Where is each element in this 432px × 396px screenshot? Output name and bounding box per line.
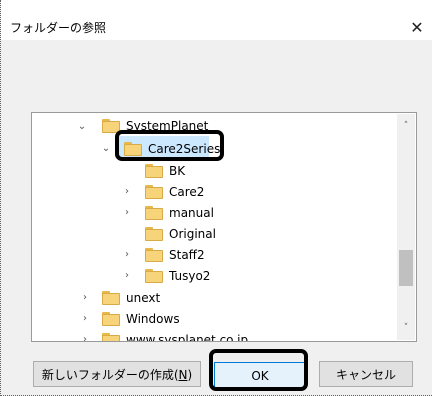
tree-item-sysplanet-site[interactable]: › www.sysplanet.co.jp [32, 332, 398, 342]
chevron-down-icon[interactable]: ⌄ [100, 141, 112, 157]
tree-item-label: BK [169, 164, 186, 178]
dialog-title: フォルダーの参照 [10, 21, 107, 35]
folder-icon [145, 248, 163, 262]
tree-item-label: Care2 [169, 185, 205, 199]
close-button[interactable]: ✕ [405, 16, 429, 40]
tree-item-label: Original [169, 227, 216, 241]
tree-item-label: unext [126, 291, 161, 305]
tree-item-windows[interactable]: › Windows [32, 311, 398, 332]
title-bar: フォルダーの参照 ✕ [1, 0, 432, 40]
tree-item-label: www.sysplanet.co.jp [126, 333, 249, 342]
chevron-right-icon[interactable]: › [79, 290, 91, 306]
scroll-up-icon[interactable]: ˄ [397, 118, 415, 134]
folder-icon [145, 227, 163, 241]
tree-item-manual[interactable]: › manual [32, 205, 398, 226]
callout-box-selected-folder [115, 130, 224, 161]
vertical-scrollbar[interactable]: ˄ ˅ [397, 114, 415, 340]
tree-item-label: Staff2 [169, 248, 205, 262]
chevron-right-icon[interactable]: › [121, 247, 133, 263]
folder-icon [145, 206, 163, 220]
chevron-right-icon[interactable]: › [121, 205, 133, 221]
chevron-right-icon[interactable]: › [121, 184, 133, 200]
tree-item-label: Windows [126, 312, 180, 326]
folder-icon [102, 333, 120, 341]
chevron-right-icon[interactable]: › [79, 332, 91, 341]
tree-item-label: manual [169, 206, 214, 220]
tree-item-tusyo2[interactable]: › Tusyo2 [32, 268, 398, 289]
new-folder-button[interactable]: 新しいフォルダーの作成(N) [33, 361, 201, 387]
cancel-button[interactable]: キャンセル [319, 361, 413, 387]
folder-icon [145, 269, 163, 283]
browse-folder-dialog: フォルダーの参照 ✕ ⌄ SystemPlanet ⌄ Care2Series … [0, 0, 432, 396]
folder-tree-overlay: ⌄ Care2Series BK › Care2 › manual Origin… [31, 112, 417, 342]
folder-icon [145, 185, 163, 199]
callout-box-ok [209, 349, 308, 391]
chevron-right-icon[interactable]: › [79, 311, 91, 327]
tree-item-care2[interactable]: › Care2 [32, 184, 398, 205]
chevron-right-icon[interactable]: › [121, 268, 133, 284]
folder-icon [145, 164, 163, 178]
folder-icon [102, 312, 120, 326]
scroll-thumb[interactable] [399, 250, 413, 286]
tree-item-unext[interactable]: › unext [32, 290, 398, 311]
new-folder-label-end: ) [187, 368, 193, 382]
scroll-down-icon[interactable]: ˅ [397, 320, 415, 336]
folder-icon [102, 291, 120, 305]
tree-item-bk[interactable]: BK [32, 163, 398, 184]
new-folder-label: 新しいフォルダーの作成( [41, 368, 179, 382]
tree-item-original[interactable]: Original [32, 226, 398, 247]
tree-item-staff2[interactable]: › Staff2 [32, 247, 398, 268]
tree-item-label: Tusyo2 [169, 269, 211, 283]
